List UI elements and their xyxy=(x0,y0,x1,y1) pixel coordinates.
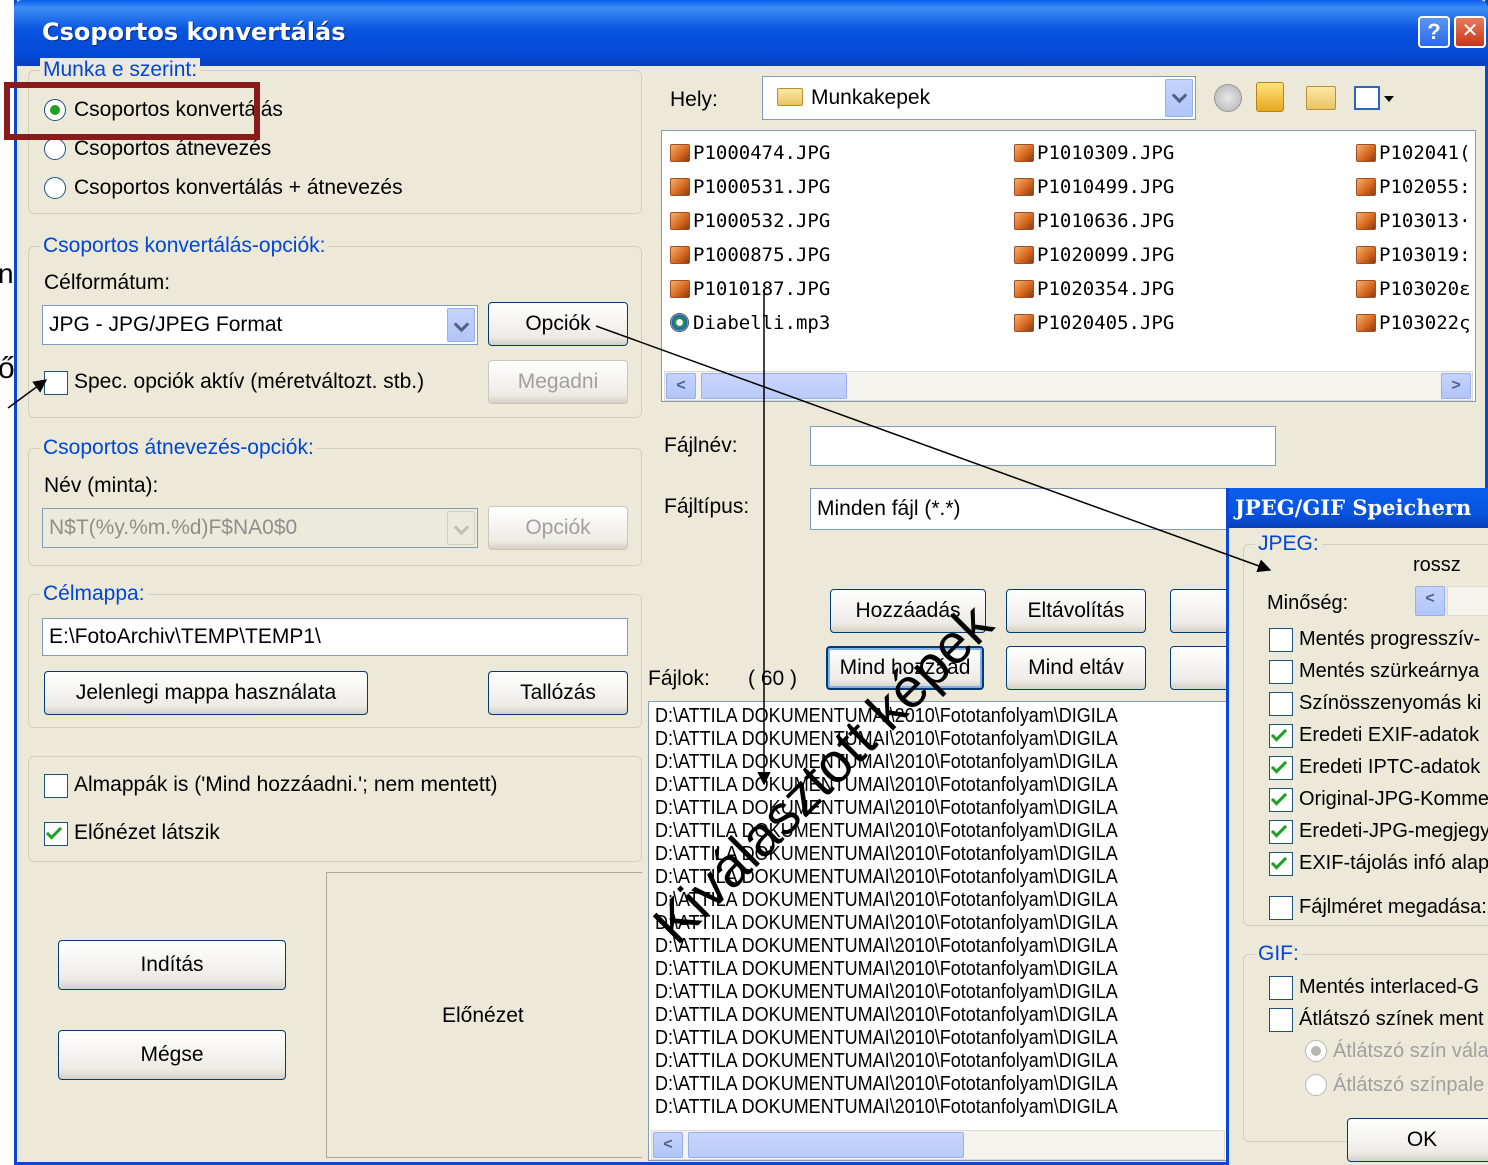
annotation-arrows xyxy=(7,290,1272,786)
annotation-arrow-options xyxy=(595,325,1272,573)
annotation-arrow-spec xyxy=(7,379,48,409)
